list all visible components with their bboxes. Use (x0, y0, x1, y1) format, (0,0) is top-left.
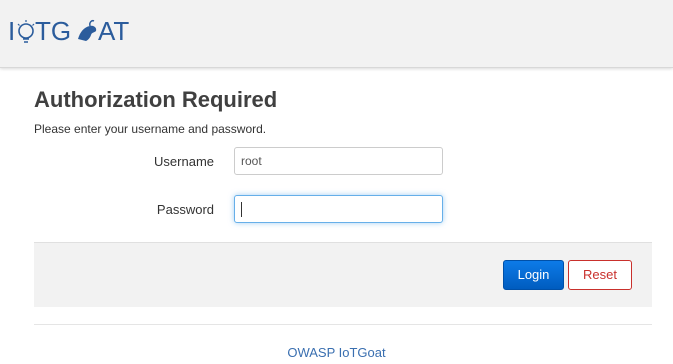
svg-text:I: I (8, 16, 15, 46)
iotgoat-logo[interactable]: I TG AT (6, 10, 136, 50)
username-row: Username (0, 147, 673, 177)
footer-link-text: OWASP IoTGoat (287, 345, 386, 360)
password-label: Password (156, 202, 214, 217)
footer-link[interactable]: OWASP IoTGoat (0, 345, 673, 360)
username-label: Username (154, 154, 214, 169)
text-cursor (241, 202, 242, 217)
page-subtitle: Please enter your username and password. (34, 122, 267, 136)
login-button[interactable]: Login (503, 260, 564, 290)
username-input[interactable] (234, 147, 443, 175)
footer-divider (34, 324, 652, 325)
password-input[interactable] (234, 195, 443, 223)
password-row: Password (0, 195, 673, 225)
header-bar: I TG AT (0, 0, 673, 68)
page-title: Authorization Required (34, 87, 278, 112)
reset-button[interactable]: Reset (568, 260, 632, 290)
form-actions: Login Reset (34, 242, 652, 307)
lightbulb-goat-icon: I TG AT (8, 16, 129, 46)
svg-text:TG: TG (35, 16, 71, 46)
svg-text:AT: AT (98, 16, 129, 46)
